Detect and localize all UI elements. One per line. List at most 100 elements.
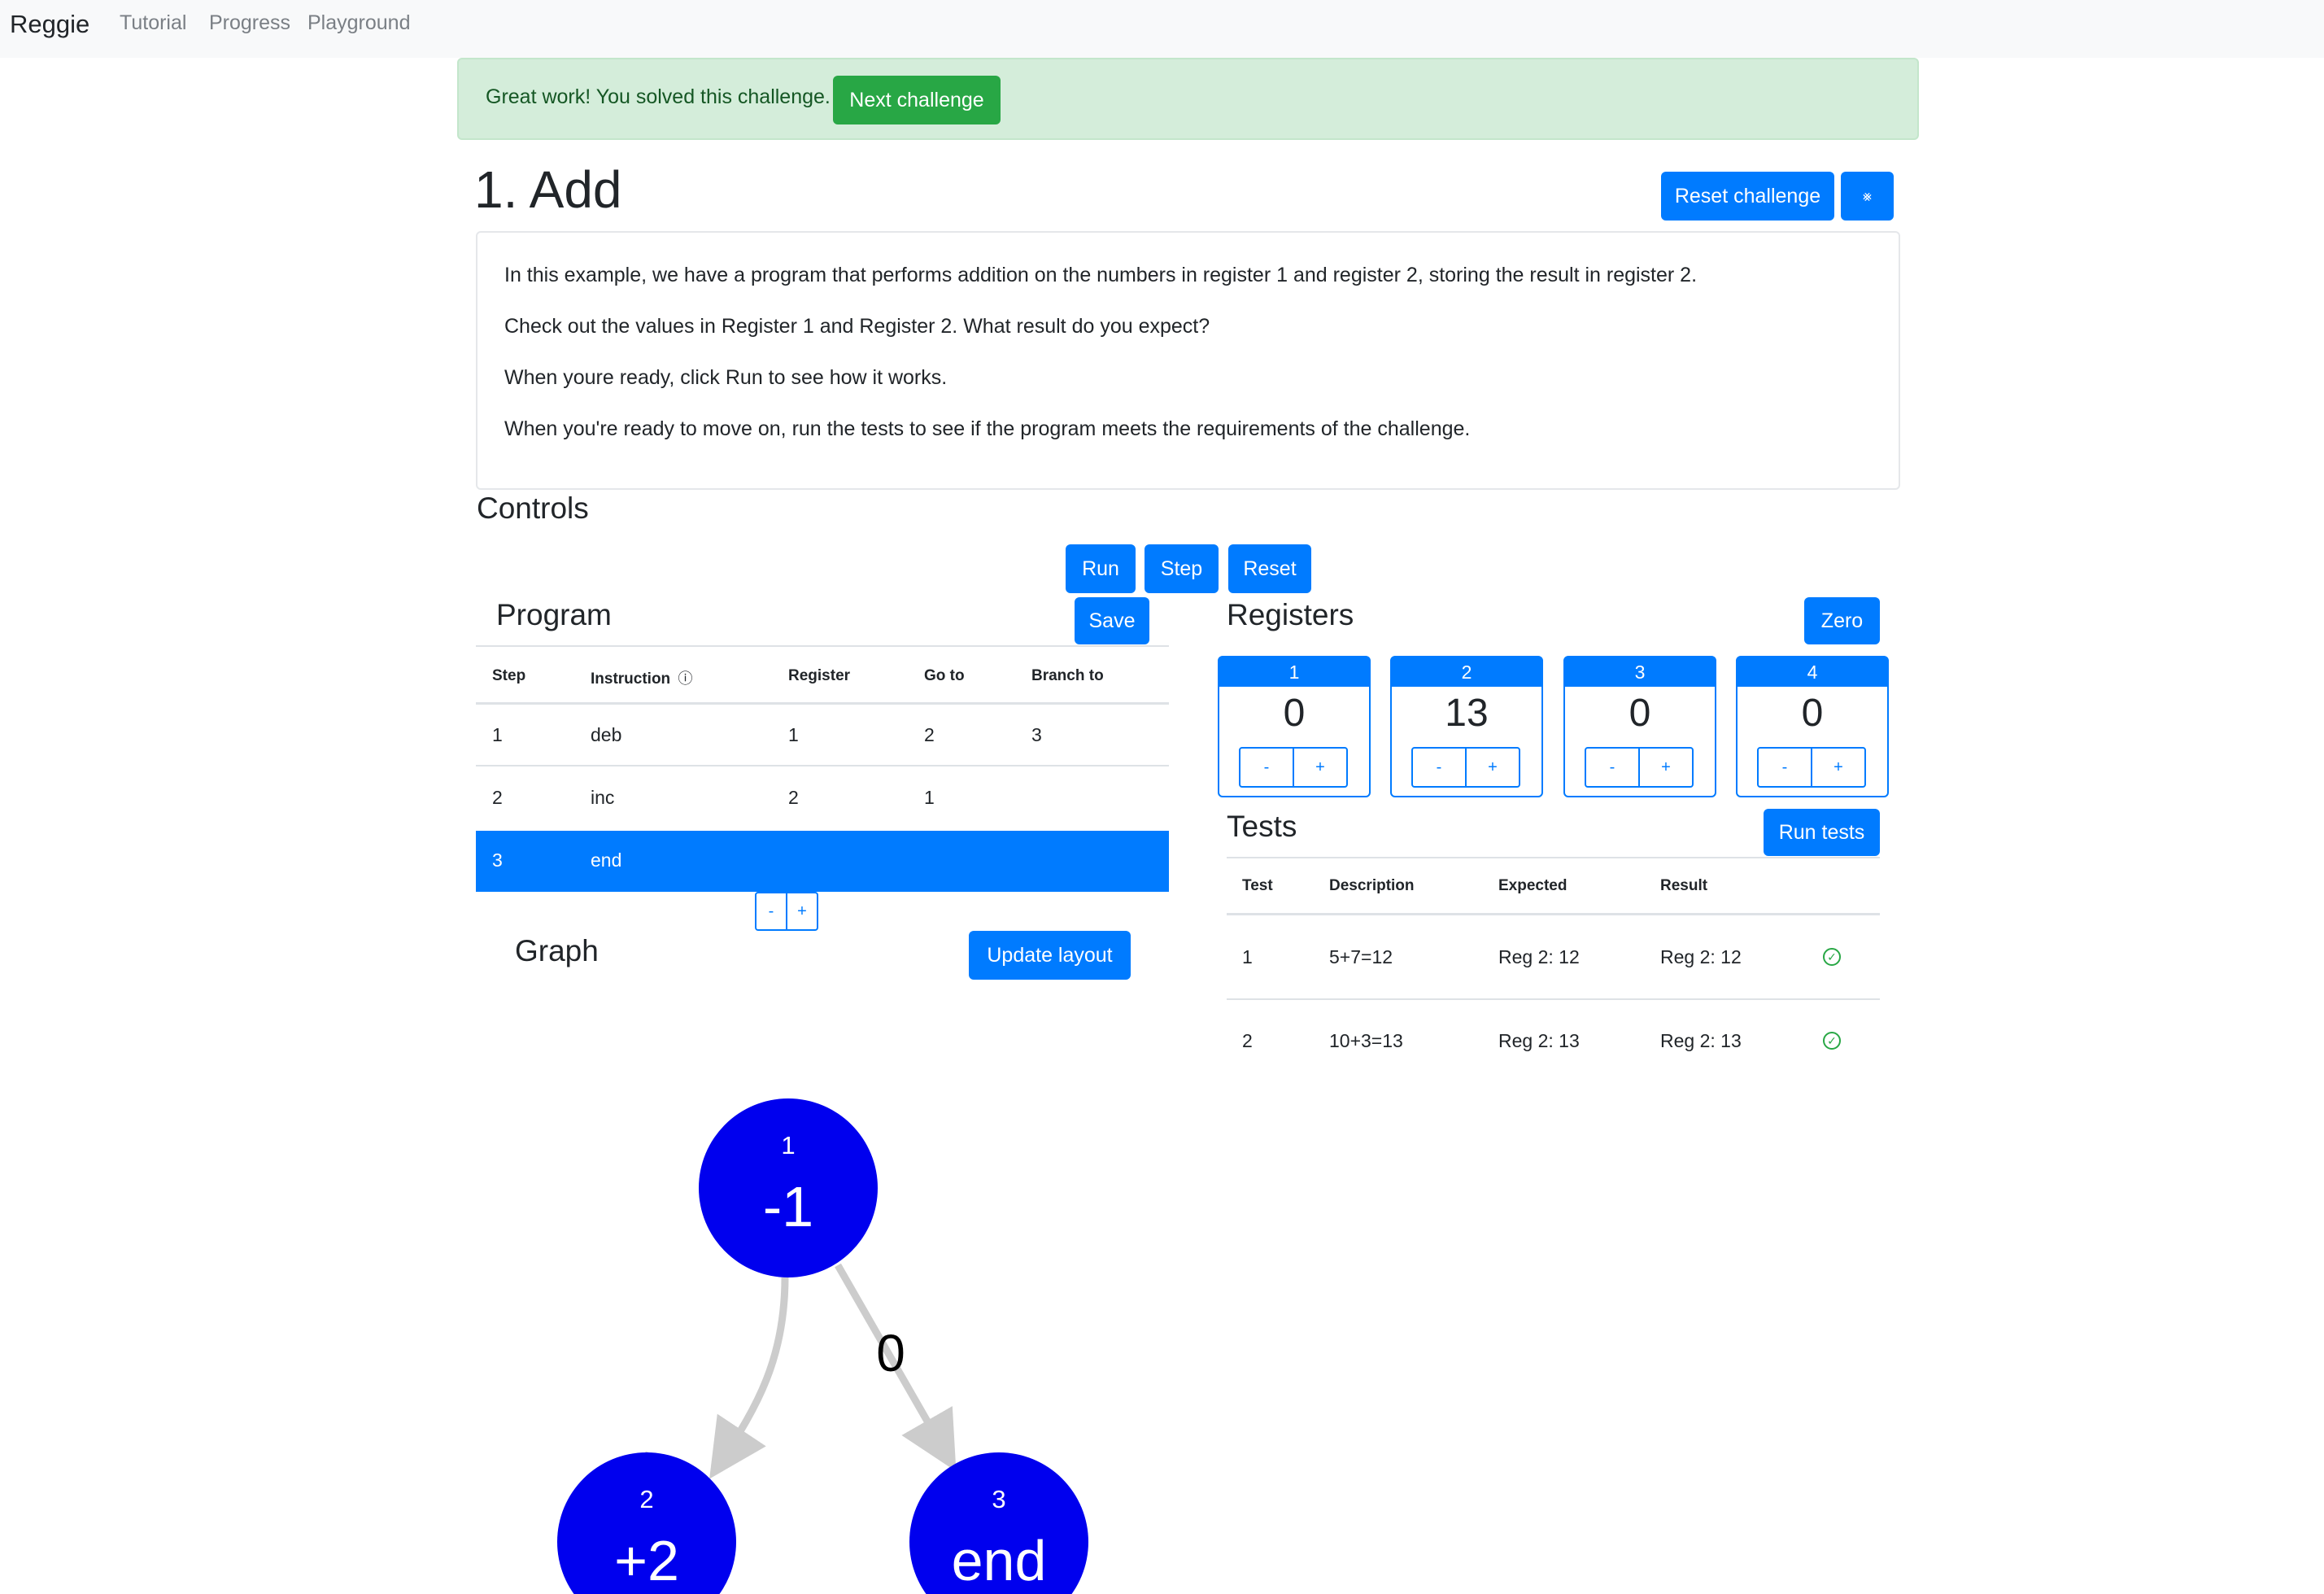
- challenge-title: 1. Add: [474, 160, 622, 219]
- controls-heading: Controls: [477, 491, 589, 525]
- graph-node-id: 2: [639, 1485, 653, 1513]
- tests-header-test: Test: [1242, 877, 1273, 894]
- tests-header-description: Description: [1329, 877, 1415, 894]
- program-header-instruction: Instruction ⓘ: [591, 667, 692, 688]
- nav-link-playground[interactable]: Playground: [307, 11, 410, 35]
- test-cell-expected: Reg 2: 12: [1498, 946, 1580, 967]
- graph-node-3[interactable]: 3 end: [909, 1452, 1088, 1594]
- graph-edge-1-to-2: [709, 1277, 789, 1479]
- update-layout-button[interactable]: Update layout: [969, 931, 1131, 980]
- run-button[interactable]: Run: [1066, 544, 1136, 593]
- graph-node-label: end: [952, 1529, 1047, 1592]
- check-circle-icon: ✓: [1823, 1032, 1841, 1050]
- program-cell-step: 1: [492, 724, 503, 745]
- graph-edge-label: 0: [876, 1324, 905, 1382]
- program-cell-step: 3: [492, 849, 503, 871]
- register-decrement-button[interactable]: -: [1585, 747, 1640, 788]
- graph-node-label: +2: [614, 1529, 679, 1592]
- program-row[interactable]: 2 inc 2 1: [476, 767, 1169, 829]
- save-program-button[interactable]: Save: [1075, 597, 1149, 644]
- brand-logo[interactable]: Reggie: [10, 10, 89, 39]
- test-cell-description: 10+3=13: [1329, 1030, 1403, 1051]
- program-heading: Program: [496, 598, 612, 631]
- next-challenge-button[interactable]: Next challenge: [833, 76, 1001, 124]
- navbar: Reggie Tutorial Progress Playground: [0, 0, 2324, 58]
- program-table: Step Instruction ⓘ Register Go to Branch…: [476, 647, 1169, 892]
- register-card: 1 0 - +: [1218, 656, 1371, 797]
- program-header-branch: Branch to: [1031, 667, 1104, 684]
- add-step-button[interactable]: +: [786, 892, 818, 931]
- program-cell-register[interactable]: 1: [788, 724, 799, 746]
- program-cell-branch[interactable]: 3: [1031, 724, 1042, 746]
- program-cell-goto[interactable]: 1: [924, 787, 935, 809]
- program-row-selected[interactable]: 3 end: [476, 831, 1169, 892]
- description-paragraph-4: When you're ready to move on, run the te…: [504, 417, 1471, 440]
- tests-heading: Tests: [1227, 810, 1297, 843]
- register-increment-button[interactable]: +: [1638, 747, 1694, 788]
- register-value: 0: [1629, 691, 1651, 735]
- register-label: 2: [1392, 657, 1541, 687]
- collapse-button[interactable]: ⨳: [1841, 172, 1894, 221]
- program-graph: 0 1 -1 2 +2 3 end: [557, 1098, 1088, 1594]
- test-cell-result: Reg 2: 13: [1660, 1030, 1742, 1051]
- test-cell-number: 2: [1242, 1030, 1253, 1051]
- tests-header-expected: Expected: [1498, 877, 1568, 894]
- reset-button[interactable]: Reset: [1228, 544, 1311, 593]
- description-paragraph-2: Check out the values in Register 1 and R…: [504, 315, 1210, 338]
- tests-header-result: Result: [1660, 877, 1708, 894]
- registers-heading: Registers: [1227, 598, 1354, 631]
- register-label: 3: [1565, 657, 1715, 687]
- nav-link-tutorial[interactable]: Tutorial: [120, 11, 186, 35]
- register-label: 1: [1219, 657, 1369, 687]
- nav-link-progress[interactable]: Progress: [209, 11, 290, 35]
- program-header-register: Register: [788, 667, 851, 684]
- register-label: 4: [1738, 657, 1887, 687]
- register-card: 4 0 - +: [1736, 656, 1889, 797]
- program-cell-step: 2: [492, 787, 503, 808]
- register-decrement-button[interactable]: -: [1411, 747, 1467, 788]
- graph-node-label: -1: [763, 1175, 813, 1238]
- tests-table: Test Description Expected Result 1 5+7=1…: [1227, 858, 1880, 1051]
- success-alert: Great work! You solved this challenge. N…: [457, 58, 1919, 140]
- test-cell-number: 1: [1242, 946, 1253, 967]
- register-card: 2 13 - +: [1390, 656, 1543, 797]
- test-cell-result: Reg 2: 12: [1660, 946, 1742, 967]
- register-value: 13: [1445, 691, 1489, 735]
- challenge-description-card: In this example, we have a program that …: [476, 231, 1900, 490]
- zero-registers-button[interactable]: Zero: [1804, 597, 1880, 644]
- step-button[interactable]: Step: [1145, 544, 1219, 593]
- reset-challenge-button[interactable]: Reset challenge: [1661, 172, 1834, 221]
- register-value: 0: [1283, 691, 1306, 735]
- test-cell-expected: Reg 2: 13: [1498, 1030, 1580, 1051]
- graph-node-id: 1: [781, 1131, 795, 1159]
- program-cell-instruction[interactable]: end: [591, 849, 621, 871]
- info-icon[interactable]: ⓘ: [678, 670, 692, 687]
- graph-node-id: 3: [992, 1485, 1005, 1513]
- register-increment-button[interactable]: +: [1293, 747, 1348, 788]
- program-header-step: Step: [492, 667, 526, 684]
- program-cell-register[interactable]: 2: [788, 787, 799, 809]
- check-circle-icon: ✓: [1823, 948, 1841, 966]
- graph-node-1[interactable]: 1 -1: [699, 1098, 878, 1277]
- program-cell-instruction[interactable]: inc: [591, 787, 614, 809]
- register-decrement-button[interactable]: -: [1757, 747, 1812, 788]
- alert-message: Great work! You solved this challenge.: [486, 85, 831, 108]
- program-cell-instruction[interactable]: deb: [591, 724, 621, 746]
- program-header-goto: Go to: [924, 667, 965, 684]
- collapse-icon: ⨳: [1862, 187, 1873, 204]
- run-tests-button[interactable]: Run tests: [1764, 809, 1880, 856]
- remove-step-button[interactable]: -: [755, 892, 787, 931]
- test-cell-description: 5+7=12: [1329, 946, 1393, 967]
- register-increment-button[interactable]: +: [1811, 747, 1866, 788]
- register-increment-button[interactable]: +: [1465, 747, 1520, 788]
- register-decrement-button[interactable]: -: [1239, 747, 1294, 788]
- graph-node-2[interactable]: 2 +2: [557, 1452, 736, 1594]
- program-row[interactable]: 1 deb 1 2 3: [476, 705, 1169, 766]
- test-row: 1 5+7=12 Reg 2: 12 Reg 2: 12 ✓: [1227, 915, 1880, 1000]
- graph-heading: Graph: [515, 934, 599, 967]
- description-paragraph-1: In this example, we have a program that …: [504, 264, 1698, 286]
- program-header-instruction-label: Instruction: [591, 670, 671, 688]
- test-row: 2 10+3=13 Reg 2: 13 Reg 2: 13 ✓: [1227, 1001, 1880, 1085]
- description-paragraph-3: When youre ready, click Run to see how i…: [504, 366, 948, 389]
- program-cell-goto[interactable]: 2: [924, 724, 935, 746]
